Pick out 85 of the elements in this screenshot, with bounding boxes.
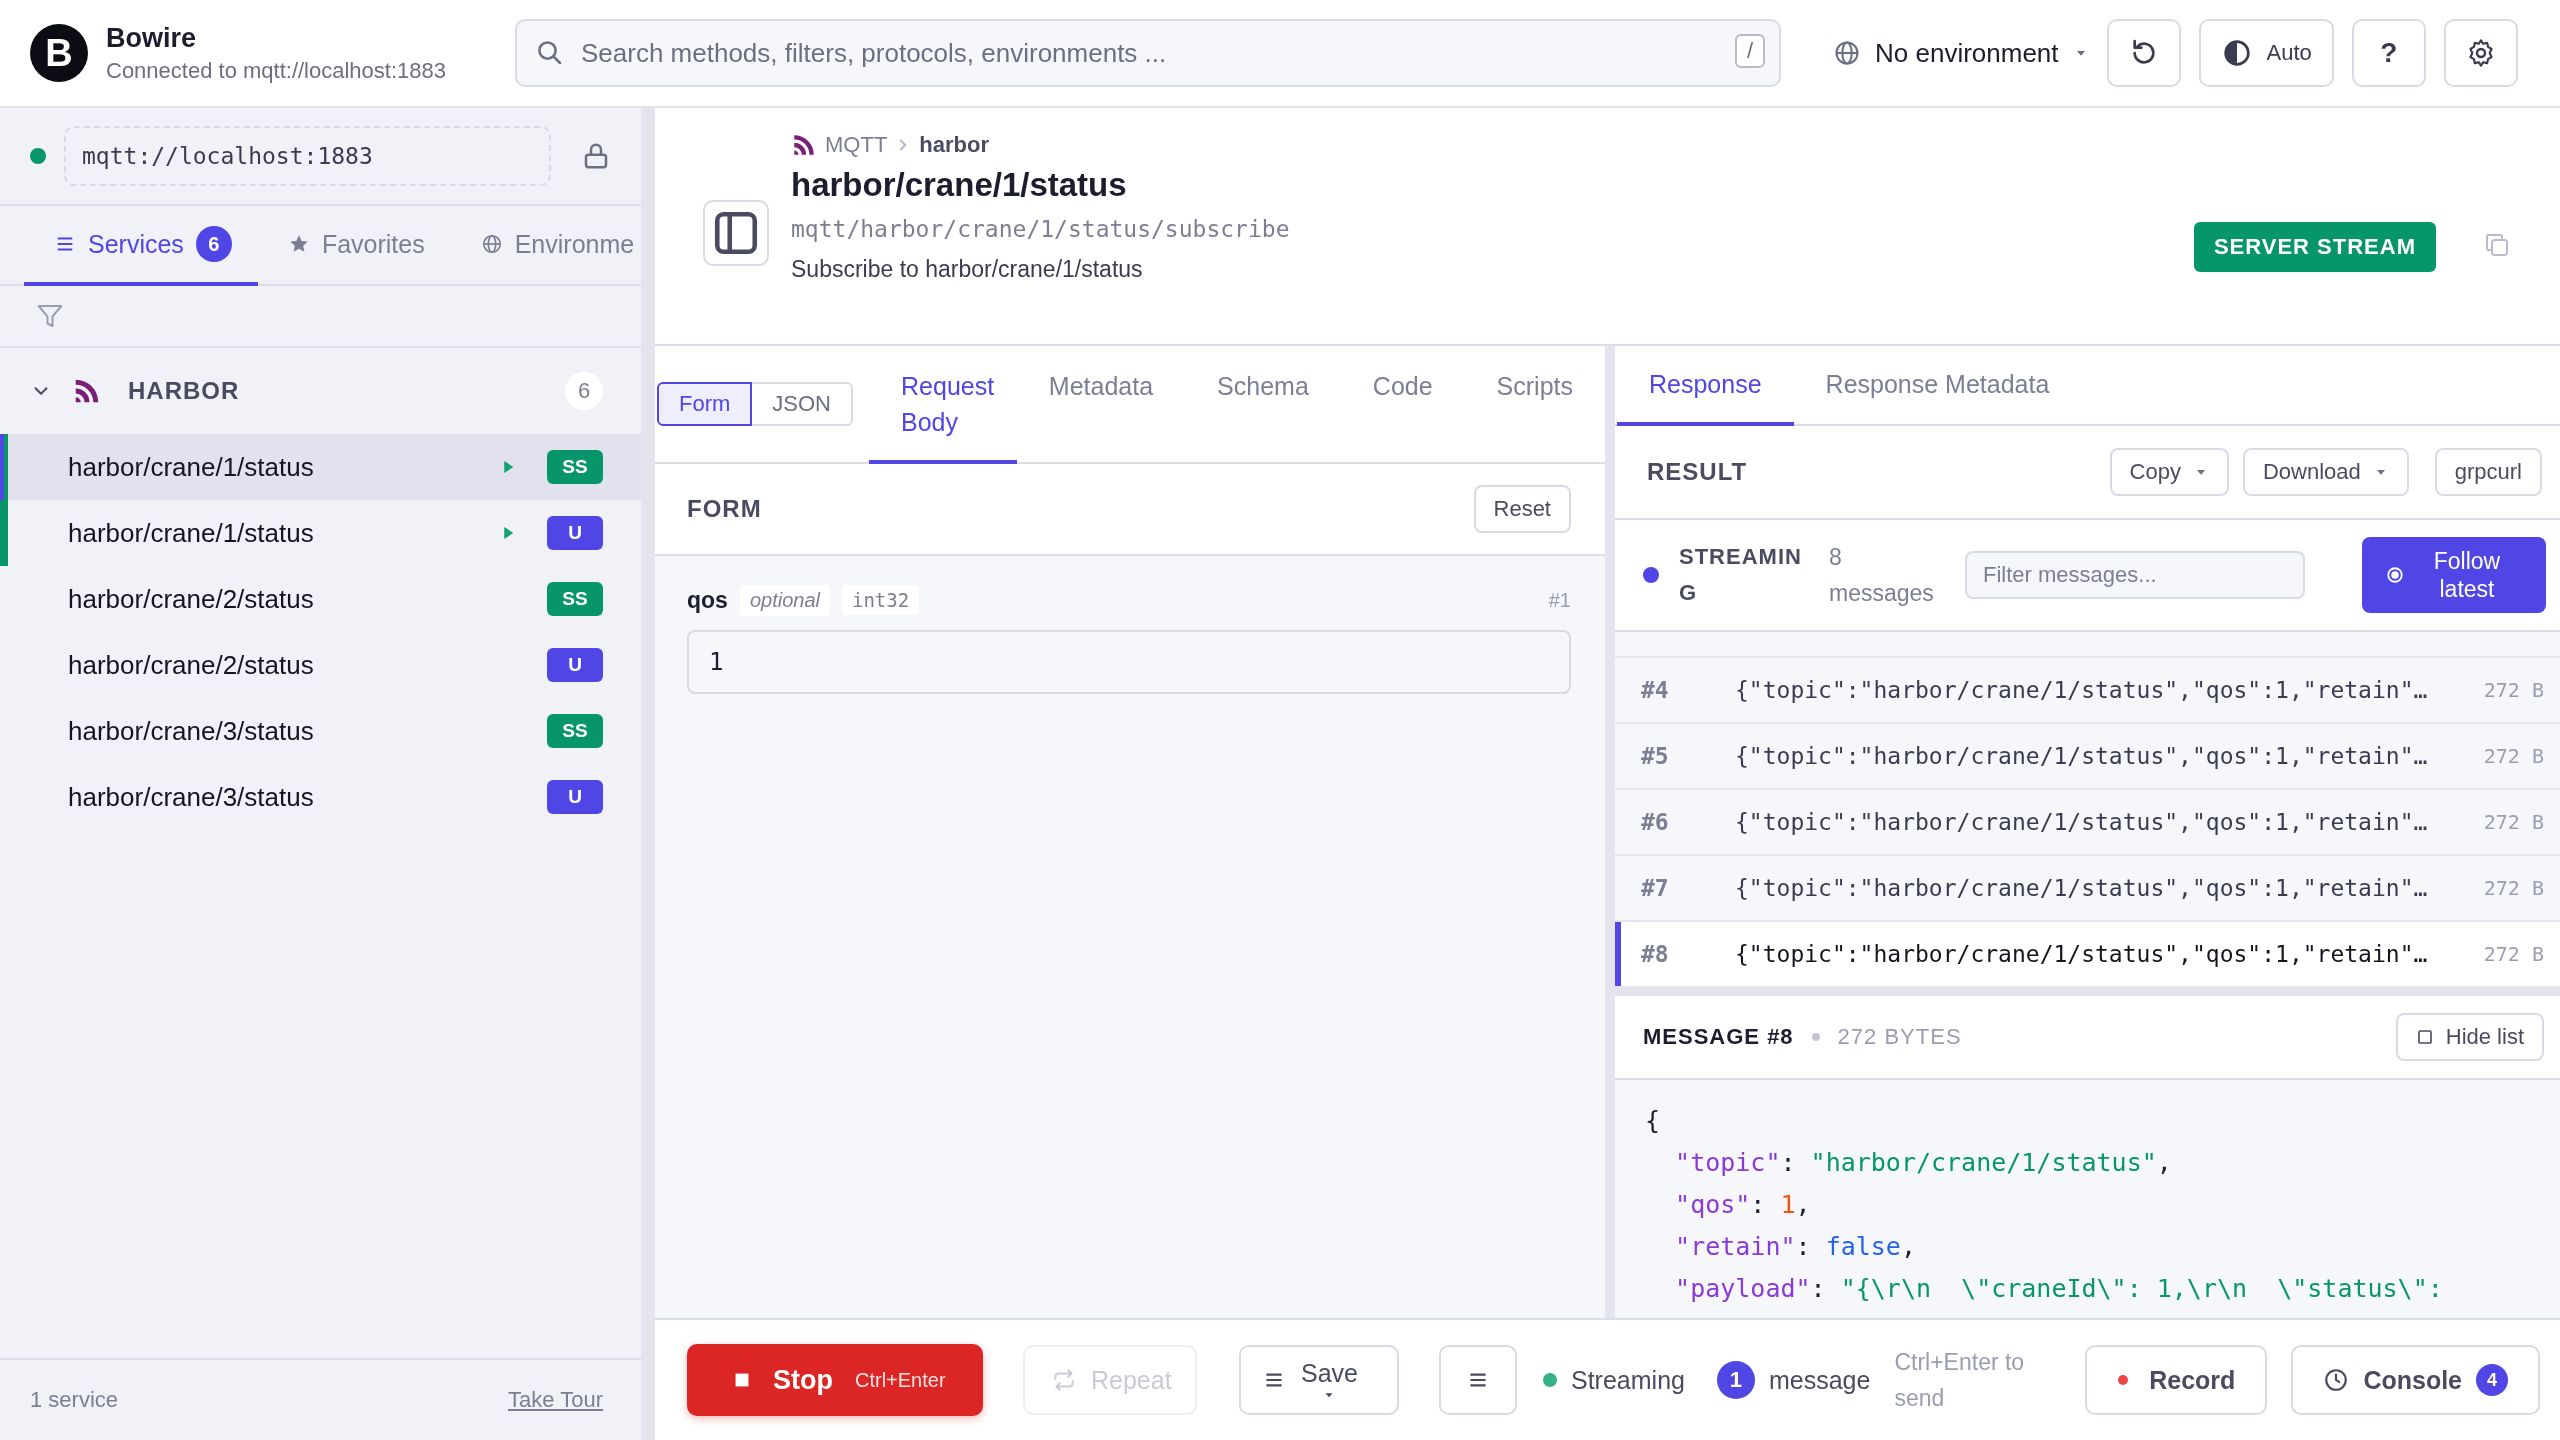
- method-title: harbor/crane/1/status: [791, 166, 1128, 204]
- method-path: mqtt/harbor/crane/1/status/subscribe: [791, 216, 1291, 242]
- count-badge: 6: [195, 226, 232, 262]
- json-code-block: { "topic": "harbor/crane/1/status", "qos": 1, "retain": false, "payload": "{\r\n \"craneId\": 1,\r\n \"status\":: [1615, 1080, 2560, 1318]
- settings-button[interactable]: [2443, 19, 2518, 87]
- request-tab[interactable]: Scripts: [1464, 346, 1605, 464]
- qos-input[interactable]: 1: [687, 630, 1571, 694]
- message-row[interactable]: #5 {"topic":"harbor/crane/1/status","qos":1,"retain"… 272 B: [1615, 724, 2560, 790]
- service-item[interactable]: harbor/crane/1/status SS: [0, 434, 641, 500]
- stop-button[interactable]: Stop Ctrl+Enter: [687, 1344, 983, 1416]
- hide-list-button[interactable]: Hide list: [2395, 1013, 2544, 1061]
- help-button[interactable]: ?: [2351, 19, 2426, 87]
- feed-icon: [791, 132, 817, 158]
- section-title: FORM: [687, 495, 762, 523]
- method-badge: SS: [547, 714, 603, 748]
- section-title: RESULT: [1647, 458, 1748, 486]
- logo: B: [30, 24, 88, 82]
- request-tab[interactable]: Metadata: [1016, 346, 1186, 464]
- reset-button[interactable]: Reset: [1473, 485, 1571, 533]
- optional-tag: optional: [739, 584, 830, 616]
- follow-latest-button[interactable]: Follow latest: [2362, 537, 2546, 613]
- method-badge: SS: [547, 450, 603, 484]
- message-label: message: [1768, 1365, 1871, 1395]
- breadcrumb-item[interactable]: harbor: [919, 132, 989, 158]
- take-tour-link[interactable]: Take Tour: [508, 1387, 603, 1413]
- request-tab[interactable]: Code: [1340, 346, 1465, 464]
- sidebar-tab[interactable]: Environme: [450, 206, 635, 286]
- sidebar-tab[interactable]: Favorites: [257, 206, 451, 286]
- message-count: 8 messages: [1829, 543, 1935, 608]
- method-type-badge: SERVER STREAM: [2193, 222, 2436, 272]
- streaming-dot: [1643, 567, 1659, 583]
- request-tab[interactable]: Schema: [1185, 346, 1341, 464]
- status-label: Streaming: [1571, 1365, 1685, 1395]
- count-badge: 6: [565, 372, 603, 410]
- dropdown-button[interactable]: Copy: [2109, 448, 2229, 496]
- group-title: HARBOR: [128, 377, 241, 405]
- connection-subtitle: Connected to mqtt://localhost:1883: [106, 57, 446, 84]
- message-row[interactable]: #8 {"topic":"harbor/crane/1/status","qos":1,"retain"… 272 B: [1615, 922, 2560, 988]
- message-row[interactable]: #6 {"topic":"harbor/crane/1/status","qos":1,"retain"… 272 B: [1615, 790, 2560, 856]
- mode-toggle[interactable]: JSON: [752, 382, 853, 426]
- filter-field[interactable]: Filter messages...: [1965, 551, 2305, 599]
- service-item[interactable]: harbor/crane/3/status U: [0, 764, 641, 830]
- method-badge: SS: [547, 582, 603, 616]
- globe-icon: [480, 233, 503, 255]
- environment-dropdown[interactable]: No environment: [1833, 37, 2089, 69]
- message-size: 272 BYTES: [1837, 1024, 1962, 1050]
- service-item[interactable]: harbor/crane/1/status U: [0, 500, 641, 566]
- clock-icon: [2323, 1367, 2350, 1393]
- field-number: #1: [1548, 588, 1571, 612]
- stream-status: STREAMING: [1679, 543, 1803, 607]
- url-field[interactable]: mqtt://localhost:1883: [64, 126, 551, 186]
- message-title: MESSAGE #8: [1643, 1024, 1794, 1050]
- shortcut-hint: Ctrl+Enter to send: [1894, 1348, 2026, 1413]
- separator-dot: [1811, 1033, 1820, 1041]
- message-row[interactable]: #4 {"topic":"harbor/crane/1/status","qos":1,"retain"… 272 B: [1615, 658, 2560, 724]
- service-count: 1 service: [30, 1387, 119, 1413]
- field-name: qos: [687, 586, 728, 614]
- panel-toggle-button[interactable]: [703, 200, 769, 266]
- response-tab[interactable]: Response Metadata: [1793, 346, 2082, 426]
- app-title: Bowire: [106, 22, 198, 54]
- method-badge: U: [547, 780, 603, 814]
- service-item[interactable]: harbor/crane/3/status SS: [0, 698, 641, 764]
- globe-icon: [1833, 39, 1861, 67]
- theme-button[interactable]: Auto: [2198, 19, 2334, 87]
- service-item[interactable]: harbor/crane/2/status SS: [0, 566, 641, 632]
- service-item[interactable]: harbor/crane/2/status U: [0, 632, 641, 698]
- method-badge: U: [547, 648, 603, 682]
- console-button[interactable]: Console 4: [2291, 1345, 2540, 1415]
- message-count-badge: 1: [1716, 1361, 1755, 1399]
- export-button[interactable]: grpcurl: [2434, 448, 2542, 496]
- refresh-button[interactable]: [2106, 19, 2181, 87]
- shortcut-key: /: [1734, 34, 1765, 68]
- type-tag: int32: [841, 585, 920, 615]
- checkbox-icon: [2415, 1028, 2434, 1046]
- record-dot-icon: [2117, 1374, 2130, 1386]
- method-badge: U: [547, 516, 603, 550]
- sidebar-tab[interactable]: Services 6: [24, 206, 258, 286]
- breadcrumb-item[interactable]: MQTT: [825, 132, 888, 158]
- method-description: Subscribe to harbor/crane/1/status: [791, 256, 1144, 283]
- record-button[interactable]: Record: [2085, 1345, 2268, 1415]
- radio-icon: [2386, 566, 2404, 584]
- dropdown-button[interactable]: Download: [2242, 448, 2409, 496]
- mode-toggle[interactable]: Form: [657, 382, 753, 426]
- save-button[interactable]: Save: [1239, 1345, 1399, 1415]
- repeat-icon: [1051, 1367, 1077, 1393]
